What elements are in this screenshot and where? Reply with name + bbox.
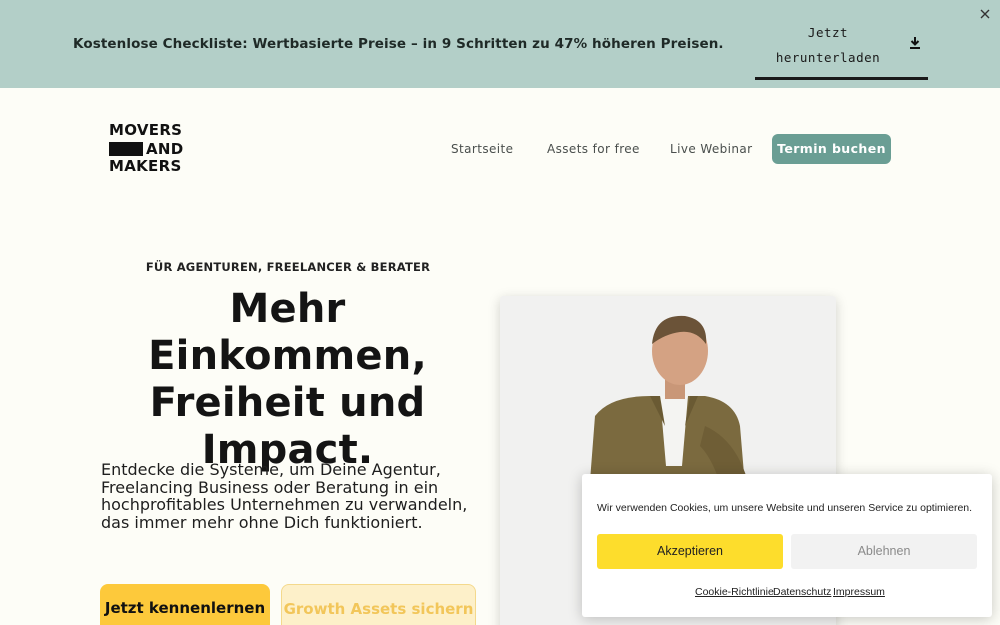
hero-subtitle: Entdecke die Systeme, um Deine Agentur, … [101,460,468,532]
hero-title: Mehr Einkommen, Freiheit und Impact. [148,286,427,473]
nav-item-startseite[interactable]: Startseite [451,142,513,156]
nav-item-webinar[interactable]: Live Webinar [670,142,753,156]
get-to-know-button[interactable]: Jetzt kennenlernen [100,584,270,625]
logo-line-movers: MOVERS [109,121,183,139]
growth-assets-button[interactable]: Growth Assets sichern [281,584,476,625]
close-icon[interactable] [977,6,993,22]
cookie-accept-button[interactable]: Akzeptieren [597,534,783,569]
logo[interactable]: MOVERS AND MAKERS [109,122,189,178]
download-checklist-label: Jetzt herunterladen [775,25,881,65]
download-icon [910,37,920,49]
book-appointment-button[interactable]: Termin buchen [772,134,891,164]
cookie-decline-button[interactable]: Ablehnen [791,534,977,569]
cookie-policy-link[interactable]: Cookie-Richtlinie [695,586,774,598]
nav-item-assets[interactable]: Assets for free [547,142,640,156]
logo-line-makers: MAKERS [109,157,182,175]
promo-text: Kostenlose Checkliste: Wertbasierte Prei… [73,36,724,52]
logo-bar [109,142,143,156]
cookie-text: Wir verwenden Cookies, um unsere Website… [597,502,973,514]
privacy-link[interactable]: Datenschutz [773,586,831,598]
download-checklist-button[interactable]: Jetzt herunterladen [755,14,928,80]
hero-eyebrow: FÜR AGENTUREN, FREELANCER & BERATER [145,260,431,274]
imprint-link[interactable]: Impressum [833,586,885,598]
promo-bar: Kostenlose Checkliste: Wertbasierte Prei… [0,0,1000,88]
cookie-banner: Wir verwenden Cookies, um unsere Website… [582,474,992,617]
logo-line-and: AND [146,139,184,158]
